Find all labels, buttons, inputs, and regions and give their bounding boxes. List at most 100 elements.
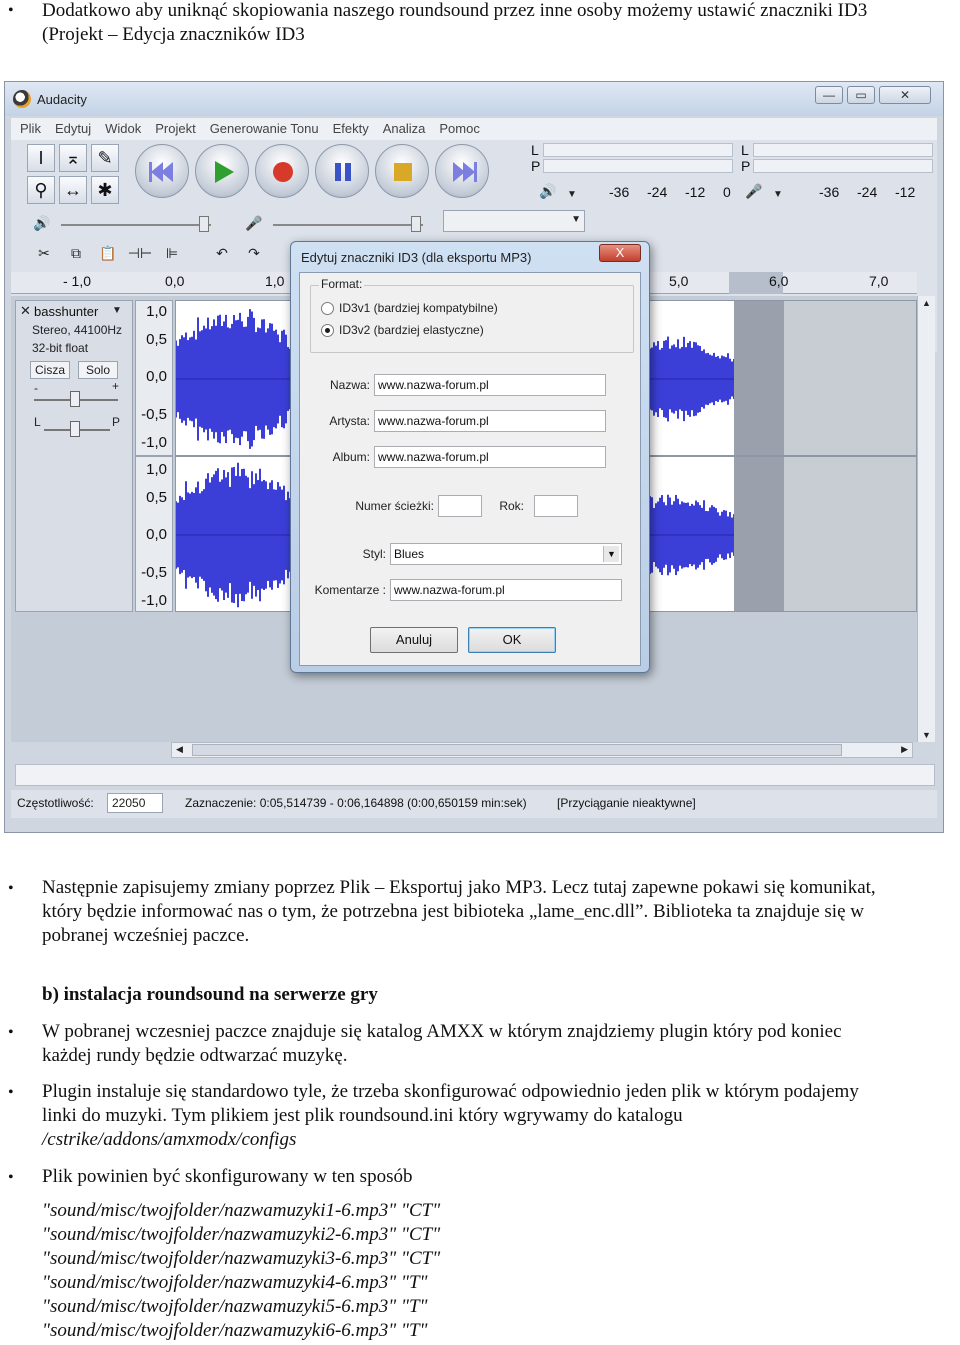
ruler-label: 0,0: [165, 273, 185, 289]
menu-item-plik[interactable]: Plik: [11, 118, 46, 136]
envelope-tool-icon[interactable]: ⌅: [59, 144, 87, 172]
name-field[interactable]: www.nazwa-forum.pl: [374, 374, 606, 396]
scale-label: -1,0: [141, 434, 167, 451]
window-title: Audacity: [37, 92, 87, 107]
input-volume-slider[interactable]: [273, 224, 423, 226]
year-field[interactable]: [534, 495, 578, 517]
horizontal-scrollbar[interactable]: ◀ ▶: [171, 742, 913, 758]
p1-line-1: Następnie zapisujemy zmiany poprzez Plik…: [42, 877, 876, 898]
track-close-icon[interactable]: ✕: [20, 303, 31, 319]
rec-meter-l: [753, 143, 933, 157]
record-button[interactable]: [255, 144, 309, 198]
selection-tool-icon[interactable]: I: [27, 144, 55, 172]
status-message-bar: [15, 764, 935, 786]
scroll-up-icon[interactable]: ▲: [922, 298, 931, 308]
multi-tool-icon[interactable]: ✱: [91, 176, 119, 204]
play-meter-p: [543, 159, 733, 173]
comment-field[interactable]: www.nazwa-forum.pl: [390, 579, 622, 601]
genre-select[interactable]: Blues ▼: [390, 543, 622, 565]
bullet: •: [8, 1024, 14, 1041]
pan-thumb[interactable]: [70, 421, 80, 437]
silence-icon[interactable]: ⊫: [159, 242, 185, 266]
menu-item-widok[interactable]: Widok: [96, 118, 146, 136]
zoom-tool-icon[interactable]: ⚲: [27, 176, 55, 204]
close-icon[interactable]: ✕: [879, 86, 931, 104]
rec-tick-24: -24: [857, 184, 878, 200]
speaker-dropdown-icon[interactable]: ▼: [559, 184, 585, 208]
radio-id3v2-label[interactable]: ID3v2 (bardziej elastyczne): [339, 323, 484, 337]
menu-item-pomoc[interactable]: Pomoc: [430, 118, 484, 136]
play-tick-12: -12: [685, 184, 706, 200]
scroll-right-icon[interactable]: ▶: [901, 744, 908, 755]
year-label: Rok:: [499, 499, 524, 513]
minimize-icon[interactable]: —: [815, 86, 843, 104]
config-line: "sound/misc/twojfolder/nazwamuzyki2-6.mp…: [42, 1224, 441, 1245]
stop-icon: [394, 163, 412, 181]
output-volume-thumb[interactable]: [199, 216, 209, 232]
menu-item-analiza[interactable]: Analiza: [374, 118, 431, 136]
output-volume-slider[interactable]: [61, 224, 211, 226]
amplitude-scale-left: 1,0 0,5 0,0 -0,5 -1,0: [135, 300, 173, 456]
menu-item-edytuj[interactable]: Edytuj: [46, 118, 96, 136]
intro-line-1: Dodatkowo aby uniknąć skopiowania naszeg…: [42, 0, 868, 21]
vertical-scrollbar[interactable]: ▲ ▼: [917, 296, 935, 742]
scale-label: -1,0: [141, 592, 167, 609]
scroll-thumb[interactable]: [192, 744, 842, 756]
input-volume-thumb[interactable]: [411, 216, 421, 232]
chevron-down-icon[interactable]: ▼: [603, 546, 619, 562]
trim-icon[interactable]: ⊣⊢: [127, 242, 153, 266]
play-tick-24: -24: [647, 184, 668, 200]
p4-line-1: Plik powinien być skonfigurowany w ten s…: [42, 1166, 413, 1187]
scale-label: -0,5: [141, 406, 167, 423]
album-field[interactable]: www.nazwa-forum.pl: [374, 446, 606, 468]
scroll-down-icon[interactable]: ▼: [922, 730, 931, 740]
menu-item-efekty[interactable]: Efekty: [324, 118, 374, 136]
track-name[interactable]: basshunter: [34, 304, 98, 319]
skip-start-button[interactable]: [135, 144, 189, 198]
play-button[interactable]: [195, 144, 249, 198]
project-rate-input[interactable]: 22050: [107, 793, 163, 813]
copy-icon[interactable]: ⧉: [63, 242, 89, 266]
scale-label: 0,0: [146, 368, 167, 385]
timeshift-tool-icon[interactable]: ↔: [59, 176, 87, 204]
gain-thumb[interactable]: [70, 391, 80, 407]
maximize-icon[interactable]: ▭: [847, 86, 875, 104]
dialog-close-button[interactable]: X: [599, 244, 641, 262]
section-heading: b) instalacja roundsound na serwerze gry: [42, 984, 378, 1005]
rec-tick-36: -36: [819, 184, 840, 200]
mute-button[interactable]: Cisza: [30, 361, 70, 379]
track-number-field[interactable]: [438, 495, 482, 517]
menu-item-projekt[interactable]: Projekt: [146, 118, 200, 136]
meter-label-p2: P: [741, 158, 751, 174]
pan-right-label: P: [112, 415, 121, 429]
ok-button[interactable]: OK: [468, 627, 556, 653]
solo-button[interactable]: Solo: [78, 361, 118, 379]
intro-line-2: (Projekt – Edycja znaczników ID3: [42, 24, 305, 45]
mic-dropdown-icon[interactable]: ▼: [765, 184, 791, 208]
menu-item-generowanie[interactable]: Generowanie Tonu: [201, 118, 324, 136]
microphone-icon[interactable]: 🎤: [741, 180, 767, 204]
input-source-select[interactable]: ▼: [443, 210, 585, 232]
p3-line-1: Plugin instaluje się standardowo tyle, ż…: [42, 1081, 859, 1102]
redo-icon[interactable]: ↷: [241, 242, 267, 266]
radio-id3v1-label[interactable]: ID3v1 (bardziej kompatybilne): [339, 301, 498, 315]
cancel-button[interactable]: Anuluj: [370, 627, 458, 653]
play-tick-36: -36: [609, 184, 630, 200]
artist-field[interactable]: www.nazwa-forum.pl: [374, 410, 606, 432]
p1-line-3: pobranej wcześniej paczce.: [42, 925, 250, 946]
pause-button[interactable]: [315, 144, 369, 198]
skip-end-button[interactable]: [435, 144, 489, 198]
scroll-left-icon[interactable]: ◀: [176, 744, 183, 755]
radio-id3v2[interactable]: [321, 324, 334, 337]
draw-tool-icon[interactable]: ✎: [91, 144, 119, 172]
bullet: •: [8, 880, 14, 897]
selection-region: [734, 301, 784, 455]
cut-icon[interactable]: ✂: [31, 242, 57, 266]
stop-button[interactable]: [375, 144, 429, 198]
speaker-icon[interactable]: 🔊: [535, 180, 561, 204]
paste-icon[interactable]: 📋: [95, 242, 121, 266]
undo-icon[interactable]: ↶: [209, 242, 235, 266]
radio-id3v1[interactable]: [321, 302, 334, 315]
dialog-body: Format: ID3v1 (bardziej kompatybilne) ID…: [299, 272, 641, 666]
track-menu-chevron-icon[interactable]: ▼: [112, 305, 122, 316]
